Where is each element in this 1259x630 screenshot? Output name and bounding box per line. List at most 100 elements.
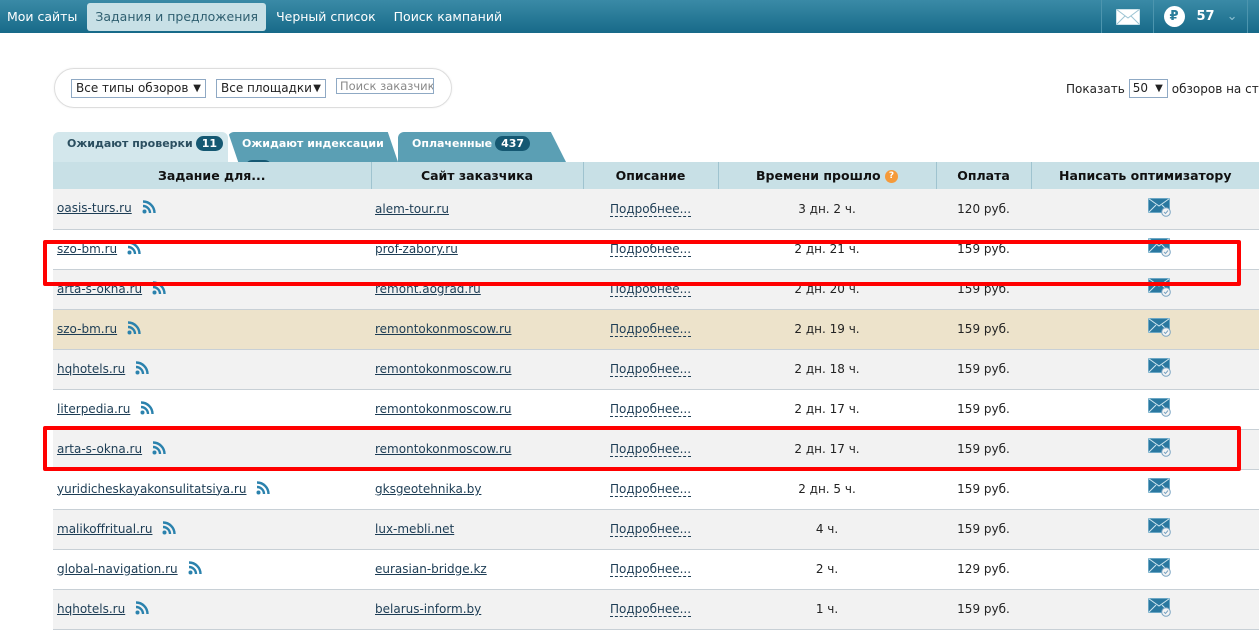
write-optimizer-cell — [1031, 469, 1259, 510]
task-site-link[interactable]: yuridicheskayakonsulitatsiya.ru — [57, 482, 246, 496]
write-optimizer-cell — [1031, 589, 1259, 630]
details-link[interactable]: Подробнее... — [609, 362, 692, 377]
tab-awaiting-indexing[interactable]: Ожидают индексации38 — [228, 132, 398, 162]
balance-dropdown[interactable]: ₽ 57 ⌄ — [1153, 0, 1247, 33]
col-description[interactable]: Описание — [582, 162, 718, 189]
customer-site-link[interactable]: alem-tour.ru — [375, 202, 449, 216]
nav-tasks-offers[interactable]: Задания и предложения — [87, 2, 267, 31]
tab-paid[interactable]: Оплаченные 437 — [398, 132, 566, 162]
time-elapsed: 1 ч. — [718, 589, 936, 630]
rss-icon[interactable] — [256, 480, 271, 498]
rss-icon[interactable] — [135, 360, 149, 378]
top-nav: Мои сайты Задания и предложения Черный с… — [0, 0, 1259, 33]
details-link[interactable]: Подробнее... — [609, 562, 692, 577]
table-row: malikoffritual.ru lux-mebli.net Подробне… — [53, 509, 1259, 550]
chevron-down-icon: ▼ — [1155, 83, 1163, 94]
rss-icon[interactable] — [127, 320, 141, 338]
customer-search-input[interactable]: Поиск заказчика — [336, 78, 434, 94]
write-optimizer-cell — [1031, 389, 1259, 430]
table-row: yuridicheskayakonsulitatsiya.ru gksgeote… — [53, 469, 1259, 510]
details-link[interactable]: Подробнее... — [609, 322, 692, 337]
review-type-select[interactable]: Все типы обзоров ▼ — [71, 79, 206, 98]
details-link[interactable]: Подробнее... — [609, 522, 692, 537]
table-row: global-navigation.ru eurasian-bridge.kz … — [53, 549, 1259, 590]
customer-cell: belarus-inform.by — [371, 589, 583, 630]
time-elapsed: 3 дн. 2 ч. — [718, 189, 936, 230]
mail-check-icon[interactable] — [1148, 398, 1172, 420]
nav-blacklist[interactable]: Черный список — [268, 3, 384, 31]
col-task-for[interactable]: Задание для... — [53, 162, 371, 189]
rss-icon[interactable] — [135, 600, 149, 618]
mail-check-icon[interactable] — [1148, 358, 1172, 380]
customer-cell: remontokonmoscow.ru — [371, 309, 583, 350]
task-site-link[interactable]: oasis-turs.ru — [57, 201, 132, 215]
tasks-table: Задание для... Сайт заказчика Описание В… — [53, 162, 1259, 630]
per-page-suffix: обзоров на стра — [1171, 81, 1259, 96]
customer-site-link[interactable]: eurasian-bridge.kz — [375, 562, 487, 576]
time-elapsed: 2 дн. 5 ч. — [718, 469, 936, 510]
nav-my-sites[interactable]: Мои сайты — [0, 3, 85, 31]
customer-site-link[interactable]: remontokonmoscow.ru — [375, 362, 512, 376]
table-row: szo-bm.ru remontokonmoscow.ru Подробнее.… — [53, 309, 1259, 350]
time-elapsed: 2 дн. 19 ч. — [718, 309, 936, 350]
customer-site-link[interactable]: remontokonmoscow.ru — [375, 402, 512, 416]
chevron-down-icon: ⌄ — [1226, 9, 1238, 24]
details-link[interactable]: Подробнее... — [609, 201, 692, 217]
customer-cell: alem-tour.ru — [371, 189, 583, 230]
details-link[interactable]: Подробнее... — [609, 482, 692, 497]
task-site-link[interactable]: hqhotels.ru — [57, 602, 125, 616]
mail-check-icon[interactable] — [1148, 197, 1172, 220]
col-customer-site[interactable]: Сайт заказчика — [370, 162, 583, 189]
rss-icon[interactable] — [188, 560, 202, 578]
per-page-select[interactable]: 50 ▼ — [1128, 79, 1168, 98]
task-site-cell: global-navigation.ru — [53, 549, 371, 590]
mail-check-icon[interactable] — [1148, 598, 1172, 620]
customer-cell: remontokonmoscow.ru — [371, 349, 583, 390]
details-link[interactable]: Подробнее... — [609, 602, 692, 617]
mail-check-icon[interactable] — [1148, 318, 1172, 340]
rss-icon[interactable] — [162, 520, 177, 538]
table-row: literpedia.ru remontokonmoscow.ru Подроб… — [53, 389, 1259, 430]
write-optimizer-cell — [1031, 349, 1259, 390]
customer-cell: gksgeotehnika.by — [371, 469, 583, 510]
highlight-box — [43, 240, 1241, 286]
write-optimizer-cell — [1031, 509, 1259, 550]
customer-cell: lux-mebli.net — [371, 509, 583, 550]
chevron-down-icon: ▼ — [313, 83, 321, 94]
table-row: hqhotels.ru remontokonmoscow.ru Подробне… — [53, 349, 1259, 390]
payment: 159 руб. — [936, 589, 1031, 630]
time-elapsed: 4 ч. — [718, 509, 936, 550]
task-site-link[interactable]: hqhotels.ru — [57, 362, 125, 376]
task-site-link[interactable]: malikoffritual.ru — [57, 522, 152, 536]
customer-site-link[interactable]: gksgeotehnika.by — [375, 482, 481, 496]
messages-button[interactable] — [1101, 0, 1153, 33]
details-link[interactable]: Подробнее... — [609, 402, 692, 417]
mail-check-icon[interactable] — [1148, 478, 1172, 500]
customer-site-link[interactable]: lux-mebli.net — [375, 522, 454, 536]
col-payment[interactable]: Оплата — [935, 162, 1031, 189]
task-site-link[interactable]: global-navigation.ru — [57, 562, 178, 576]
table-row: oasis-turs.ru alem-tour.ru Подробнее... … — [53, 189, 1259, 230]
col-time-elapsed[interactable]: Времени прошло ? — [717, 162, 936, 189]
rss-icon[interactable] — [140, 400, 155, 418]
task-site-cell: yuridicheskayakonsulitatsiya.ru — [53, 469, 371, 510]
mail-check-icon[interactable] — [1148, 558, 1172, 580]
balance-value: 57 — [1196, 9, 1215, 24]
payment: 159 руб. — [936, 309, 1031, 350]
rss-icon[interactable] — [142, 200, 156, 217]
description-cell: Подробнее... — [583, 469, 718, 510]
col-write-optimizer: Написать оптимизатору — [1030, 162, 1259, 189]
table-row: hqhotels.ru belarus-inform.by Подробнее.… — [53, 589, 1259, 630]
customer-cell: remontokonmoscow.ru — [371, 389, 583, 430]
description-cell: Подробнее... — [583, 389, 718, 430]
nav-campaign-search[interactable]: Поиск кампаний — [386, 3, 510, 31]
tab-awaiting-review[interactable]: Ожидают проверки 11 — [53, 132, 228, 162]
customer-site-link[interactable]: remontokonmoscow.ru — [375, 322, 512, 336]
help-icon[interactable]: ? — [884, 170, 898, 183]
mail-check-icon[interactable] — [1148, 518, 1172, 540]
highlight-box — [43, 426, 1241, 471]
customer-site-link[interactable]: belarus-inform.by — [375, 602, 481, 616]
task-site-link[interactable]: literpedia.ru — [57, 402, 130, 416]
task-site-link[interactable]: szo-bm.ru — [57, 322, 117, 336]
platform-select[interactable]: Все площадки ▼ — [216, 79, 326, 98]
